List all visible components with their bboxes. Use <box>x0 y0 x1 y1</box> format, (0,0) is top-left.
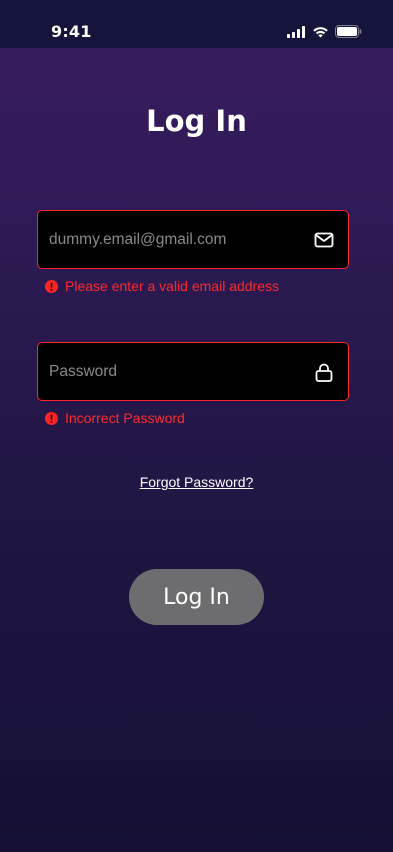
error-icon <box>45 411 58 425</box>
wifi-icon <box>313 26 328 37</box>
signal-icon <box>287 25 305 38</box>
status-time: 9:41 <box>51 22 92 41</box>
password-input[interactable] <box>49 343 299 400</box>
mail-icon <box>314 232 334 247</box>
email-error: Please enter a valid email address <box>45 278 279 294</box>
battery-icon <box>335 25 362 38</box>
password-field[interactable] <box>37 342 349 401</box>
password-error: Incorrect Password <box>45 410 185 426</box>
forgot-password-link[interactable]: Forgot Password? <box>140 474 254 490</box>
email-error-text: Please enter a valid email address <box>65 278 280 294</box>
login-button[interactable]: Log In <box>129 569 264 625</box>
status-icons <box>287 25 362 38</box>
error-icon <box>45 279 58 293</box>
email-field[interactable] <box>37 210 349 269</box>
password-error-text: Incorrect Password <box>65 410 185 426</box>
status-bar: 9:41 <box>0 0 393 48</box>
lock-icon[interactable] <box>314 362 334 382</box>
email-input[interactable] <box>49 211 299 268</box>
page-title: Log In <box>146 104 247 138</box>
forgot-password-row: Forgot Password? <box>0 474 393 490</box>
